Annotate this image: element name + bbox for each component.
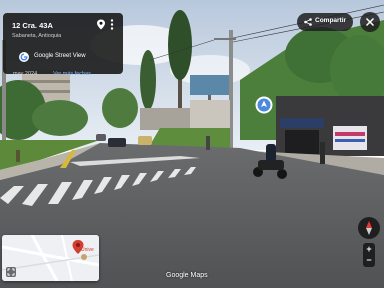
motorcycle-rider bbox=[266, 144, 276, 162]
location-info-card: 12 Cra. 43A Sabaneta, Antioquia Google S… bbox=[3, 13, 123, 77]
pegman-position-icon bbox=[81, 254, 87, 260]
minimap-place-label: Unive bbox=[81, 247, 94, 253]
close-button[interactable] bbox=[360, 12, 380, 32]
storefront-awning bbox=[280, 118, 324, 128]
capture-date: may 2024 bbox=[13, 71, 38, 77]
car bbox=[138, 136, 152, 145]
motorcycle-wheel bbox=[277, 169, 287, 179]
navigation-arrow-icon[interactable] bbox=[255, 96, 273, 114]
pedestrian bbox=[16, 150, 20, 162]
shop-sign bbox=[333, 126, 367, 150]
more-vert-icon[interactable] bbox=[109, 18, 115, 31]
tree-left bbox=[32, 100, 88, 136]
building-mid bbox=[140, 108, 190, 130]
zoom-out-button[interactable]: − bbox=[363, 254, 375, 266]
locality-label: Sabaneta, Antioquia bbox=[12, 33, 62, 39]
palm-crown bbox=[168, 10, 192, 80]
pedestrian bbox=[206, 136, 210, 150]
more-dates-link[interactable]: Ver más fechas bbox=[53, 71, 91, 77]
minimap-roads bbox=[2, 235, 99, 281]
zoom-control: + − bbox=[363, 243, 375, 267]
google-logo-icon bbox=[19, 52, 29, 62]
share-label: Compartir bbox=[315, 17, 347, 24]
compass-icon bbox=[366, 221, 372, 235]
shop-sign-stripe bbox=[335, 139, 365, 142]
location-pin-icon[interactable] bbox=[96, 19, 106, 30]
car bbox=[96, 134, 106, 141]
compass-button[interactable] bbox=[358, 217, 380, 239]
minimap[interactable]: Unive bbox=[2, 235, 99, 281]
pedestrian bbox=[320, 142, 325, 164]
car bbox=[108, 138, 126, 147]
address-title: 12 Cra. 43A bbox=[12, 21, 53, 30]
pole-crossarm bbox=[214, 38, 236, 40]
billboard bbox=[190, 75, 232, 95]
shop-sign-stripe bbox=[335, 132, 365, 136]
building-mid-roof bbox=[190, 100, 230, 130]
share-button[interactable]: Compartir bbox=[297, 13, 353, 31]
close-icon bbox=[365, 17, 375, 27]
share-icon bbox=[304, 18, 312, 26]
street-view-service-label: Google Street View bbox=[34, 53, 86, 59]
storefront-window bbox=[285, 130, 319, 154]
tree-mid bbox=[102, 88, 138, 128]
expand-icon[interactable] bbox=[6, 267, 16, 277]
google-maps-watermark: Google Maps bbox=[166, 272, 208, 279]
